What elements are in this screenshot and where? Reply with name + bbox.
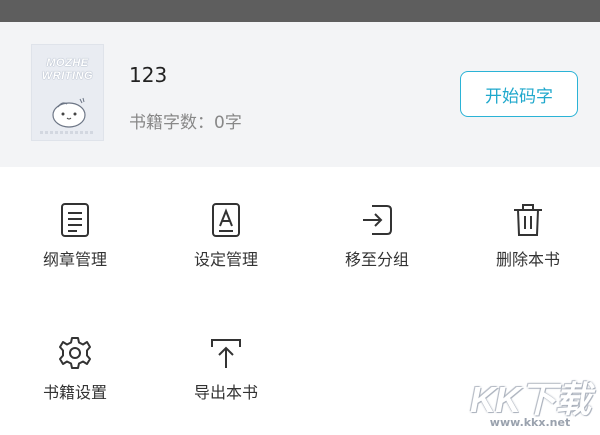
- watermark: KK下载 www.kkx.net: [470, 379, 591, 430]
- action-delete-book[interactable]: 删除本书: [468, 202, 588, 270]
- action-move-to-group[interactable]: 移至分组: [317, 202, 437, 270]
- outline-document-icon: [61, 203, 89, 237]
- start-writing-button[interactable]: 开始码字: [460, 71, 578, 117]
- action-label: 设定管理: [193, 250, 258, 269]
- book-header: MOZHE WRITING 123 书籍字数：0字 开始码字: [0, 22, 600, 167]
- move-to-group-icon: [363, 205, 392, 235]
- action-outline-management[interactable]: 纲章管理: [15, 202, 135, 270]
- book-cover[interactable]: MOZHE WRITING: [31, 44, 104, 141]
- export-upload-icon: [211, 339, 241, 368]
- mascot-icon: [52, 97, 86, 128]
- action-export-book[interactable]: 导出本书: [166, 335, 286, 403]
- settings-letter-a-icon: [212, 203, 240, 237]
- trash-icon: [514, 204, 542, 236]
- gear-icon: [59, 337, 91, 369]
- action-label: 导出本书: [193, 383, 258, 402]
- action-label: 删除本书: [495, 250, 560, 269]
- action-label: 纲章管理: [42, 250, 107, 269]
- watermark-brand: KK下载: [470, 379, 591, 420]
- action-book-settings[interactable]: 书籍设置: [15, 335, 135, 403]
- status-bar: [0, 0, 600, 22]
- action-label: 书籍设置: [42, 383, 107, 402]
- book-title: 123: [129, 63, 168, 87]
- action-label: 移至分组: [344, 250, 409, 269]
- action-setting-management[interactable]: 设定管理: [166, 202, 286, 270]
- cover-decoration: [40, 131, 95, 134]
- cover-title: MOZHE WRITING: [41, 57, 94, 82]
- book-word-count: 书籍字数：0字: [129, 113, 242, 133]
